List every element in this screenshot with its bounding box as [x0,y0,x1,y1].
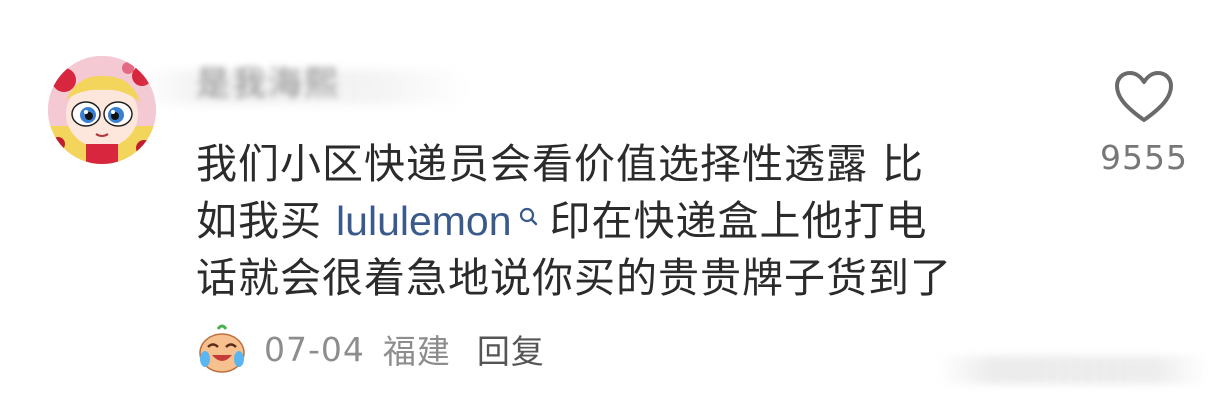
comment-line-2-prefix: 如我买 [196,197,337,245]
comment-line-2-suffix: 印在快递盒上他打电 [549,197,928,245]
comment-item: 是我海熙 我们小区快递员会看价值选择性透露 比 如我买 lululemon 印在快… [0,0,1224,401]
watermark-overlay [938,356,1208,384]
like-button[interactable]: 9555 [1094,70,1194,177]
comment-text: 我们小区快递员会看价值选择性透露 比 如我买 lululemon 印在快递盒上他打… [196,136,1056,307]
comment-date: 07-04 [264,329,365,369]
username[interactable]: 是我海熙 [196,62,340,106]
keyword-link[interactable]: lululemon [336,198,512,244]
laughing-crying-emoji-icon [199,324,245,373]
heart-icon[interactable] [1114,70,1174,124]
comment-line-3: 话就会很着急地说你买的贵贵牌子货到了 [196,254,952,302]
comment-location: 福建 [382,332,451,371]
comment-meta: 07-04 福建 回复 [196,322,545,376]
comment-line-1: 我们小区快递员会看价值选择性透露 比 [196,140,925,188]
search-icon[interactable] [518,193,540,226]
reply-button[interactable]: 回复 [477,325,545,373]
comment-line-2: 如我买 lululemon 印在快递盒上他打电 [196,193,1056,250]
like-count: 9555 [1100,138,1188,177]
